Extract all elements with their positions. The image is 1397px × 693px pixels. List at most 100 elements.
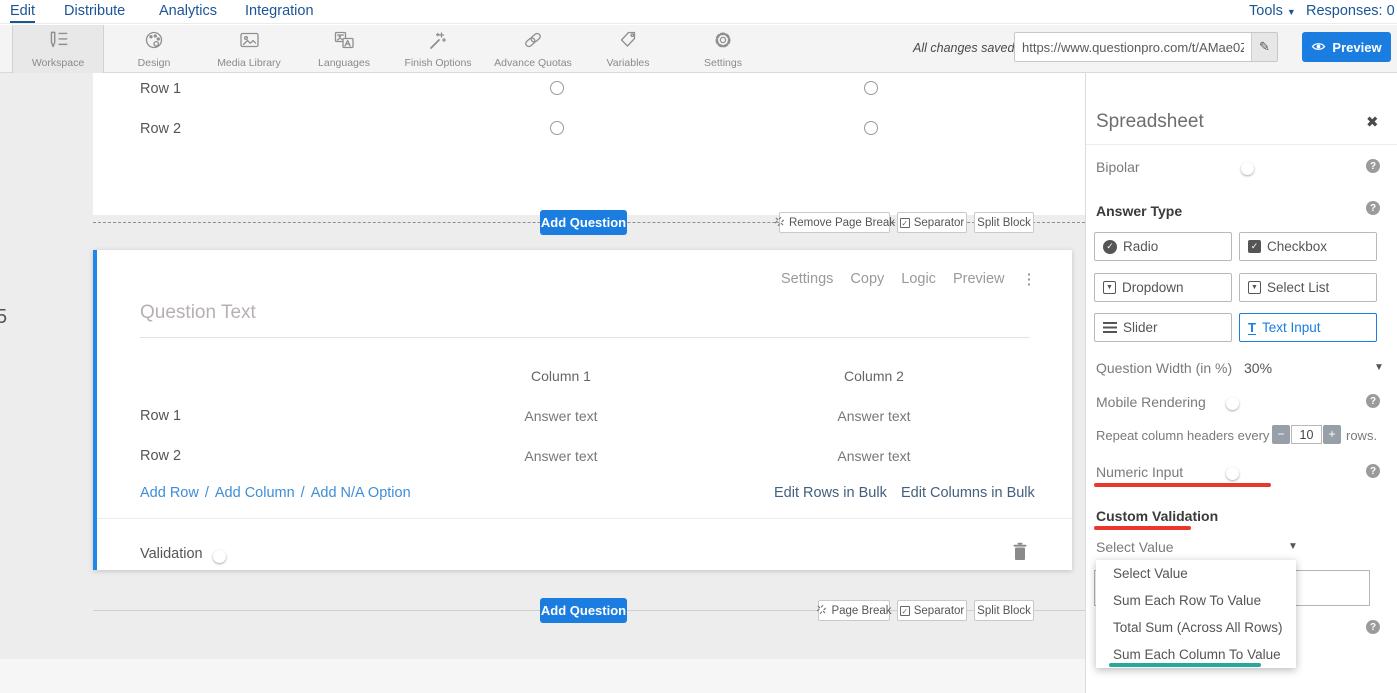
answer-type-slider[interactable]: Slider [1094,313,1232,342]
checkbox-icon: ✓ [900,218,910,228]
slider-icon [1103,322,1117,333]
broken-link-icon [774,216,785,230]
survey-url-input[interactable] [1015,33,1251,61]
decrement-button[interactable]: − [1272,425,1290,444]
row-label[interactable]: Row 1 [140,408,181,424]
question-width-label: Question Width (in %) [1096,360,1232,376]
advance-quotas-icon [521,30,545,55]
validation-select[interactable]: Select Value [1096,539,1174,555]
answer-type-checkbox[interactable]: ✓Checkbox [1239,232,1377,261]
rows-suffix: rows. [1346,428,1377,443]
add-row-link[interactable]: Add Row [140,485,199,501]
close-icon[interactable]: ✖ [1366,113,1379,131]
questionpro-editor: Edit Distribute Analytics Integration To… [0,0,1397,693]
validation-label: Validation [140,546,203,562]
menu-option-total-sum[interactable]: Total Sum (Across All Rows) [1096,614,1296,641]
edit-url-button[interactable]: ✎ [1251,33,1277,61]
separator-button[interactable]: ✓ Separator [897,600,967,621]
broken-link-icon [816,604,827,618]
repeat-rows-input[interactable] [1291,425,1322,444]
question-text-input[interactable]: Question Text [140,302,256,324]
radio-option[interactable] [864,121,878,135]
page-break-button[interactable]: Page Break [818,600,890,621]
more-options-icon[interactable]: ⋮ [1022,270,1037,288]
nav-distribute[interactable]: Distribute [64,3,125,19]
add-column-link[interactable]: Add Column [215,485,295,501]
answer-type-select-list[interactable]: ▼Select List [1239,273,1377,302]
finish-options-icon [426,30,450,55]
toolbar-advance-quotas[interactable]: Advance Quotas [487,25,579,73]
radio-option[interactable] [864,81,878,95]
nav-tools[interactable]: Tools ▼ [1249,3,1296,19]
nav-analytics[interactable]: Analytics [159,3,217,19]
answer-type-label: Answer Type [1096,203,1182,219]
select-list-icon: ▼ [1248,281,1261,294]
menu-option-select-value[interactable]: Select Value [1096,560,1296,587]
add-links: Add Row / Add Column / Add N/A Option [140,485,411,501]
menu-option-sum-each-row[interactable]: Sum Each Row To Value [1096,587,1296,614]
question-settings-link[interactable]: Settings [781,271,833,287]
add-question-button-top[interactable]: Add Question [540,210,627,235]
split-block-button[interactable]: Split Block [974,600,1034,621]
edit-rows-bulk-link[interactable]: Edit Rows in Bulk [774,485,887,501]
divider [1086,144,1397,145]
toolbar-media-library[interactable]: Media Library [203,25,295,73]
toolbar-design[interactable]: Design [108,25,200,73]
answer-cell[interactable]: Answer text [814,448,934,464]
column-header[interactable]: Column 2 [814,368,934,384]
toolbar-variables[interactable]: Variables [582,25,674,73]
chevron-down-icon[interactable]: ▼ [1288,541,1298,552]
radio-option[interactable] [550,81,564,95]
answer-type-text-input[interactable]: TText Input [1239,313,1377,342]
help-icon[interactable]: ? [1366,159,1380,173]
toolbar-finish-options[interactable]: Finish Options [392,25,484,73]
design-icon [142,30,166,55]
separator-button[interactable]: ✓ Separator [897,212,967,233]
question-width-value[interactable]: 30% [1244,360,1272,376]
split-block-button[interactable]: Split Block [974,212,1034,233]
question-settings-panel: Spreadsheet ✖ Bipolar ? Answer Type ? ✓R… [1085,73,1397,693]
add-question-button-bottom[interactable]: Add Question [540,598,627,623]
answer-cell[interactable]: Answer text [501,408,621,424]
link-separator: / [301,485,305,501]
increment-button[interactable]: + [1323,425,1341,444]
radio-option[interactable] [550,121,564,135]
help-icon[interactable]: ? [1366,620,1380,634]
chevron-down-icon[interactable]: ▼ [1374,362,1384,373]
nav-integration[interactable]: Integration [245,3,314,19]
nav-edit[interactable]: Edit [10,3,35,23]
preview-button[interactable]: Preview [1302,32,1391,62]
question-logic-link[interactable]: Logic [901,271,936,287]
prev-row-label: Row 1 [140,81,181,97]
answer-cell[interactable]: Answer text [814,408,934,424]
link-separator: / [205,485,209,501]
save-status: All changes saved [913,41,1014,55]
question-copy-link[interactable]: Copy [850,271,884,287]
edit-columns-bulk-link[interactable]: Edit Columns in Bulk [901,485,1035,501]
row-label[interactable]: Row 2 [140,448,181,464]
answer-type-radio[interactable]: ✓Radio [1094,232,1232,261]
text-input-icon: T [1248,321,1256,335]
nav-responses[interactable]: Responses: 0 [1306,3,1395,19]
question-text-underline [140,337,1030,338]
help-icon[interactable]: ? [1366,464,1380,478]
dropdown-icon: ▼ [1103,281,1116,294]
variables-icon [616,30,640,55]
teal-underline-annotation [1109,663,1261,667]
column-header[interactable]: Column 1 [501,368,621,384]
delete-question-button[interactable] [1012,542,1028,566]
remove-page-break-button[interactable]: Remove Page Break [779,212,890,233]
help-icon[interactable]: ? [1366,394,1380,408]
top-nav: Edit Distribute Analytics Integration To… [0,0,1397,24]
panel-title: Spreadsheet [1096,111,1204,133]
question-preview-link[interactable]: Preview [953,271,1005,287]
add-na-option-link[interactable]: Add N/A Option [311,485,411,501]
checkbox-icon: ✓ [1248,240,1261,253]
toolbar-settings[interactable]: Settings [677,25,769,73]
answer-cell[interactable]: Answer text [501,448,621,464]
answer-type-dropdown[interactable]: ▼Dropdown [1094,273,1232,302]
chevron-down-icon: ▼ [1287,7,1296,17]
help-icon[interactable]: ? [1366,201,1380,215]
toolbar-workspace[interactable]: Workspace [12,25,104,73]
toolbar-languages[interactable]: Languages [298,25,390,73]
